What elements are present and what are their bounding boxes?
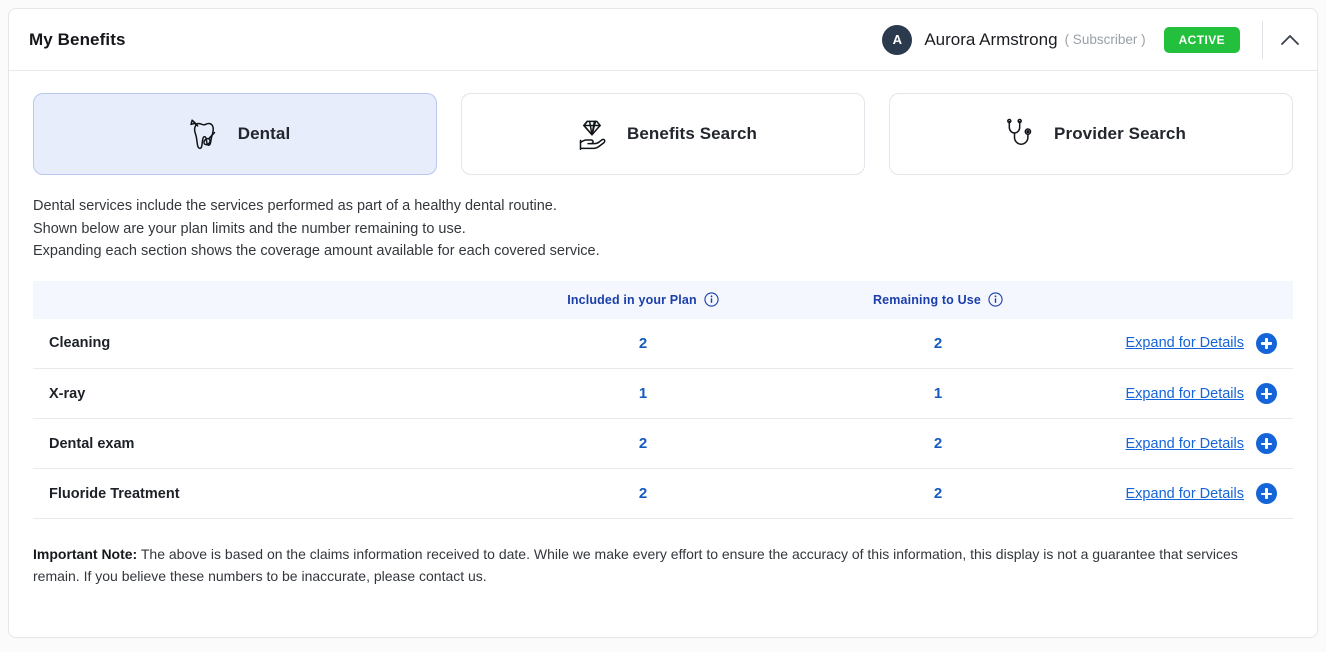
card-header: My Benefits A Aurora Armstrong ( Subscri… xyxy=(9,9,1317,71)
description-line-3: Expanding each section shows the coverag… xyxy=(33,243,600,259)
tab-label: Dental xyxy=(237,124,291,143)
tab-label: Benefits Search xyxy=(627,124,757,143)
plus-circle-icon[interactable] xyxy=(1256,483,1277,504)
included-value: 2 xyxy=(638,334,648,352)
expand-for-details-link[interactable]: Expand for Details xyxy=(1126,436,1244,452)
service-name: Cleaning xyxy=(49,335,111,352)
page-root: My Benefits A Aurora Armstrong ( Subscri… xyxy=(0,0,1326,652)
service-name: X-ray xyxy=(49,385,86,402)
row-action: Expand for Details xyxy=(1083,469,1293,519)
chevron-up-icon xyxy=(1281,35,1299,45)
description-line-2: Shown below are your plan limits and the… xyxy=(33,220,466,237)
table-body: Cleaning 2 2 Expand for Details X-ray 1 xyxy=(33,319,1293,519)
table-row: X-ray 1 1 Expand for Details xyxy=(33,369,1293,419)
included-value: 2 xyxy=(638,435,648,452)
table-row: Dental exam 2 2 Expand for Details xyxy=(33,419,1293,469)
column-header-included: Included in your Plan xyxy=(493,280,793,319)
benefits-table: Included in your Plan Remaining to Use C… xyxy=(33,280,1293,520)
remaining-value: 1 xyxy=(933,385,943,402)
page-title: My Benefits xyxy=(29,29,126,49)
row-action: Expand for Details xyxy=(1083,369,1293,419)
collapse-panel-button[interactable] xyxy=(1263,9,1317,70)
tab-dental[interactable]: Dental xyxy=(33,93,437,175)
expand-for-details-link[interactable]: Expand for Details xyxy=(1126,386,1244,402)
tab-provider-search[interactable]: Provider Search xyxy=(889,93,1293,175)
table-row: Fluoride Treatment 2 2 Expand for Detail… xyxy=(33,469,1293,519)
plus-circle-icon[interactable] xyxy=(1256,383,1277,404)
plus-circle-icon[interactable] xyxy=(1256,433,1277,454)
column-header-action xyxy=(1083,280,1293,319)
info-circle-icon[interactable] xyxy=(988,292,1003,307)
my-benefits-card: My Benefits A Aurora Armstrong ( Subscri… xyxy=(8,8,1318,638)
description-block: Dental services include the services per… xyxy=(9,175,1317,263)
stethoscope-icon xyxy=(996,112,1040,156)
important-note-label: Important Note: xyxy=(33,546,138,562)
service-name: Dental exam xyxy=(49,435,135,452)
tab-benefits-search[interactable]: Benefits Search xyxy=(461,93,865,175)
expand-for-details-link[interactable]: Expand for Details xyxy=(1126,486,1244,502)
tooth-icon xyxy=(180,112,224,156)
description-line-1: Dental services include the services per… xyxy=(33,198,557,214)
important-note: Important Note: The above is based on th… xyxy=(9,519,1317,587)
remaining-value: 2 xyxy=(933,334,943,352)
column-header-remaining: Remaining to Use xyxy=(793,280,1083,319)
service-name: Fluoride Treatment xyxy=(49,485,180,502)
remaining-value: 2 xyxy=(933,485,943,502)
column-header-remaining-label: Remaining to Use xyxy=(873,292,981,307)
included-value: 2 xyxy=(638,485,648,502)
table-header-row: Included in your Plan Remaining to Use xyxy=(33,280,1293,319)
table-row: Cleaning 2 2 Expand for Details xyxy=(33,319,1293,369)
status-badge: ACTIVE xyxy=(1163,26,1240,53)
remaining-value: 2 xyxy=(933,435,943,452)
included-value: 1 xyxy=(638,385,648,402)
benefits-table-wrap: Included in your Plan Remaining to Use C… xyxy=(9,263,1317,520)
member-role: ( Subscriber ) xyxy=(1064,32,1146,47)
column-header-included-label: Included in your Plan xyxy=(567,292,697,307)
plus-circle-icon[interactable] xyxy=(1256,332,1277,354)
benefit-category-tabs: Dental Benefits Search Provider Search xyxy=(9,71,1317,175)
avatar: A xyxy=(882,24,913,55)
hand-diamond-icon xyxy=(569,112,613,156)
header-right-group: A Aurora Armstrong ( Subscriber ) ACTIVE xyxy=(882,9,1317,70)
table-head: Included in your Plan Remaining to Use xyxy=(33,280,1293,319)
tab-label: Provider Search xyxy=(1054,124,1186,143)
row-action: Expand for Details xyxy=(1083,419,1293,469)
column-header-service xyxy=(33,280,493,319)
member-name: Aurora Armstrong xyxy=(924,29,1058,49)
expand-for-details-link[interactable]: Expand for Details xyxy=(1126,335,1244,351)
row-action: Expand for Details xyxy=(1083,319,1293,369)
important-note-text: The above is based on the claims informa… xyxy=(33,546,1238,584)
info-circle-icon[interactable] xyxy=(704,292,719,307)
